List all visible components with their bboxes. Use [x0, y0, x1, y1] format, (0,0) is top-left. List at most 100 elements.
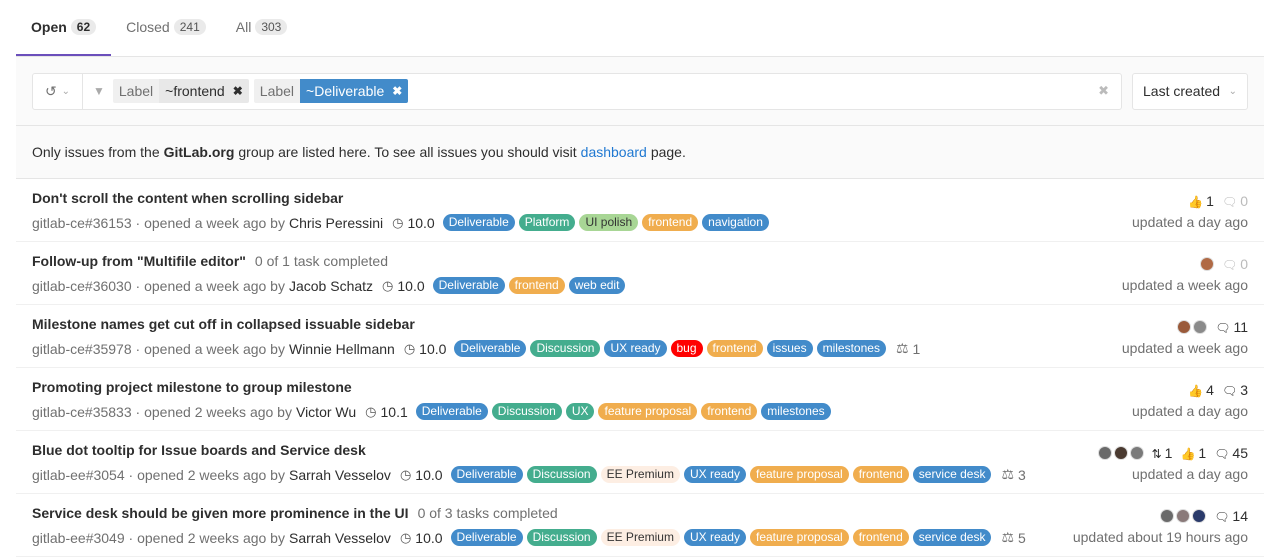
comments-count[interactable]: 🗨 3 — [1222, 382, 1248, 398]
issue-author-link[interactable]: Jacob Schatz — [289, 278, 373, 294]
issue-label[interactable]: frontend — [642, 214, 699, 231]
issue-label[interactable]: Platform — [518, 214, 576, 231]
weight-value: 3 — [1018, 466, 1026, 483]
assignee-avatar[interactable] — [1192, 508, 1207, 523]
tab-closed[interactable]: Closed 241 — [111, 0, 221, 56]
issue-label[interactable]: UX ready — [604, 340, 667, 357]
issue-opened: · opened a week ago by — [135, 214, 285, 231]
comments-value: 45 — [1232, 444, 1248, 461]
assignee-avatar[interactable] — [1097, 445, 1112, 460]
issue-label[interactable]: feature proposal — [598, 403, 698, 420]
assignee-avatar[interactable] — [1193, 319, 1208, 334]
assignee-avatar[interactable] — [1129, 445, 1144, 460]
assignee-avatar[interactable] — [1177, 319, 1192, 334]
issue-updated: updated about 19 hours ago — [1072, 529, 1248, 545]
issue-label[interactable]: UX — [565, 403, 595, 420]
issue-label[interactable]: Discussion — [530, 340, 601, 357]
issue-label[interactable]: milestones — [761, 403, 831, 420]
issue-title-link[interactable]: Don't scroll the content when scrolling … — [32, 190, 343, 206]
issue-milestone[interactable]: ◷ 10.0 — [400, 530, 443, 546]
issue-label[interactable]: Discussion — [526, 466, 597, 483]
issue-opened: · opened 2 weeks ago by — [135, 403, 292, 420]
issue-meta: 👍 4 🗨 3 updated a day ago — [1132, 379, 1248, 430]
issue-milestone[interactable]: ◷ 10.0 — [392, 215, 435, 231]
token-name: Label — [253, 79, 301, 103]
issue-milestone[interactable]: ◷ 10.0 — [400, 467, 443, 483]
dashboard-link[interactable]: dashboard — [581, 144, 647, 160]
comments-count[interactable]: 🗨 45 — [1214, 445, 1248, 461]
issue-title-link[interactable]: Service desk should be given more promin… — [32, 505, 409, 521]
comments-count[interactable]: 🗨 14 — [1214, 508, 1248, 524]
assignee-avatar[interactable] — [1199, 256, 1214, 271]
milestone-title: 10.0 — [415, 529, 443, 546]
issue-label[interactable]: Deliverable — [450, 466, 523, 483]
issue-label[interactable]: navigation — [702, 214, 769, 231]
filtered-search-input[interactable]: ↺ ⌄ ▼ Label ~frontend ✖ Label ~Deliverab… — [32, 72, 1122, 110]
issue-label[interactable]: frontend — [508, 277, 565, 294]
issue-label[interactable]: Deliverable — [415, 403, 488, 420]
issue-label[interactable]: service desk — [912, 466, 992, 483]
assignee-avatar[interactable] — [1176, 508, 1191, 523]
weight-value: 1 — [912, 340, 921, 357]
issue-label[interactable]: Deliverable — [442, 214, 515, 231]
issue-author-link[interactable]: Victor Wu — [296, 404, 356, 420]
assignee-avatar[interactable] — [1113, 445, 1128, 460]
issue-author-link[interactable]: Winnie Hellmann — [289, 341, 395, 357]
issue-label[interactable]: feature proposal — [749, 466, 849, 483]
issue-label[interactable]: Deliverable — [454, 340, 527, 357]
issue-label[interactable]: frontend — [706, 340, 763, 357]
issue-info: gitlab-ce#35978 · opened a week ago by W… — [32, 338, 920, 359]
issue-label[interactable]: Deliverable — [432, 277, 505, 294]
sort-dropdown[interactable]: Last created ⌄ — [1132, 72, 1248, 110]
tab-all[interactable]: All 303 — [221, 0, 303, 56]
issue-label[interactable]: feature proposal — [749, 529, 849, 546]
issue-label[interactable]: UX ready — [683, 466, 746, 483]
issue-label[interactable]: issues — [766, 340, 813, 357]
issue-state-tabs: Open 62 Closed 241 All 303 — [16, 0, 1264, 57]
remove-token-icon[interactable]: ✖ — [392, 79, 402, 103]
remove-token-icon[interactable]: ✖ — [233, 79, 243, 103]
issue-label[interactable]: UI polish — [579, 214, 639, 231]
issue-label[interactable]: frontend — [852, 529, 909, 546]
issue-label[interactable]: Discussion — [526, 529, 597, 546]
issue-row: Don't scroll the content when scrolling … — [16, 179, 1264, 242]
issue-title-link[interactable]: Blue dot tooltip for Issue boards and Se… — [32, 442, 366, 458]
clock-icon: ◷ — [392, 214, 404, 230]
comments-count[interactable]: 🗨 0 — [1222, 193, 1248, 209]
tab-open[interactable]: Open 62 — [16, 0, 112, 56]
filter-token-label-frontend[interactable]: Label ~frontend ✖ — [112, 79, 249, 103]
issue-counters: 👍 1 🗨 0 — [1188, 190, 1248, 211]
issue-label[interactable]: EE Premium — [600, 466, 680, 483]
issue-label[interactable]: frontend — [701, 403, 758, 420]
issue-meta: 🗨 14 updated about 19 hours ago — [1073, 505, 1248, 556]
issue-updated: updated a week ago — [1121, 277, 1248, 293]
issue-label[interactable]: web edit — [568, 277, 626, 294]
comments-count[interactable]: 🗨 11 — [1215, 319, 1248, 335]
filter-token-label-deliverable[interactable]: Label ~Deliverable ✖ — [253, 79, 409, 103]
issue-label[interactable]: milestones — [816, 340, 886, 357]
issue-label[interactable]: Deliverable — [450, 529, 523, 546]
comments-count[interactable]: 🗨 0 — [1222, 256, 1248, 272]
issue-title-link[interactable]: Promoting project milestone to group mil… — [32, 379, 352, 395]
issue-milestone[interactable]: ◷ 10.1 — [365, 404, 408, 420]
issue-title-link[interactable]: Follow-up from "Multifile editor" — [32, 253, 246, 269]
issue-label[interactable]: EE Premium — [600, 529, 680, 546]
issue-label[interactable]: frontend — [852, 466, 909, 483]
issue-milestone[interactable]: ◷ 10.0 — [404, 341, 447, 357]
issue-author-link[interactable]: Sarrah Vesselov — [289, 467, 391, 483]
assignee-avatar[interactable] — [1160, 508, 1175, 523]
issue-title-link[interactable]: Milestone names get cut off in collapsed… — [32, 316, 415, 332]
issue-author-link[interactable]: Chris Peressini — [289, 215, 383, 231]
issue-label[interactable]: bug — [670, 340, 703, 357]
issue-counters: ⇅ 1 👍 1 🗨 45 — [1097, 442, 1248, 463]
issue-label[interactable]: service desk — [912, 529, 992, 546]
thumbs-up-icon: 👍 — [1188, 194, 1204, 209]
recent-searches-button[interactable]: ↺ ⌄ — [33, 73, 83, 109]
tab-count-badge: 62 — [70, 19, 97, 35]
token-value-text: ~Deliverable — [306, 83, 385, 99]
issue-milestone[interactable]: ◷ 10.0 — [382, 278, 425, 294]
issue-author-link[interactable]: Sarrah Vesselov — [289, 530, 391, 546]
clear-search-icon[interactable]: ✖ — [1098, 83, 1109, 99]
issue-label[interactable]: UX ready — [683, 529, 746, 546]
issue-label[interactable]: Discussion — [491, 403, 562, 420]
